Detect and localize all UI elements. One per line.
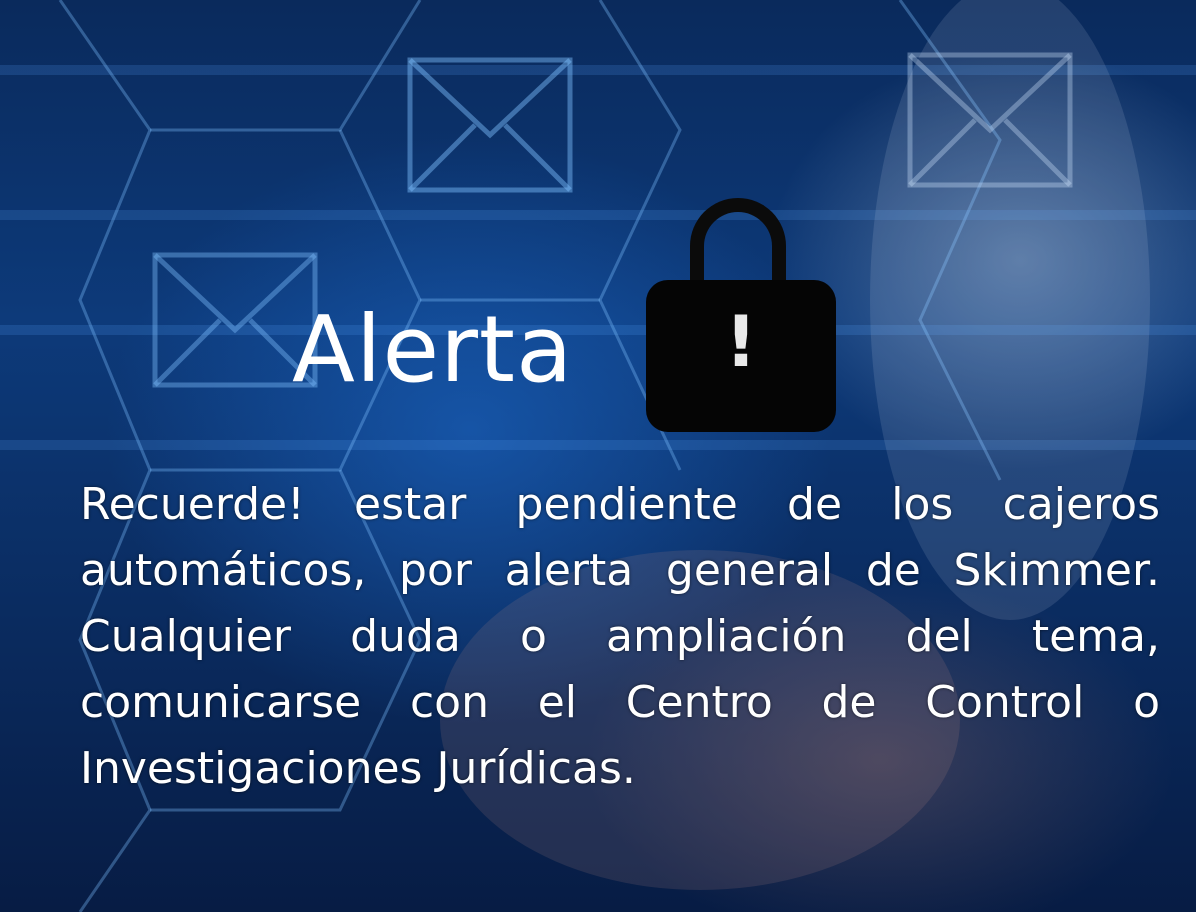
alert-banner: Alerta ! Recuerde! estar pendiente de lo… (0, 0, 1196, 912)
envelope-icon (152, 252, 318, 388)
alert-title: Alerta (292, 296, 574, 403)
exclamation-icon: ! (725, 301, 757, 383)
envelope-icon (407, 57, 573, 193)
alert-message: Recuerde! estar pendiente de los cajeros… (80, 479, 1160, 794)
lock-icon: ! (646, 198, 838, 434)
